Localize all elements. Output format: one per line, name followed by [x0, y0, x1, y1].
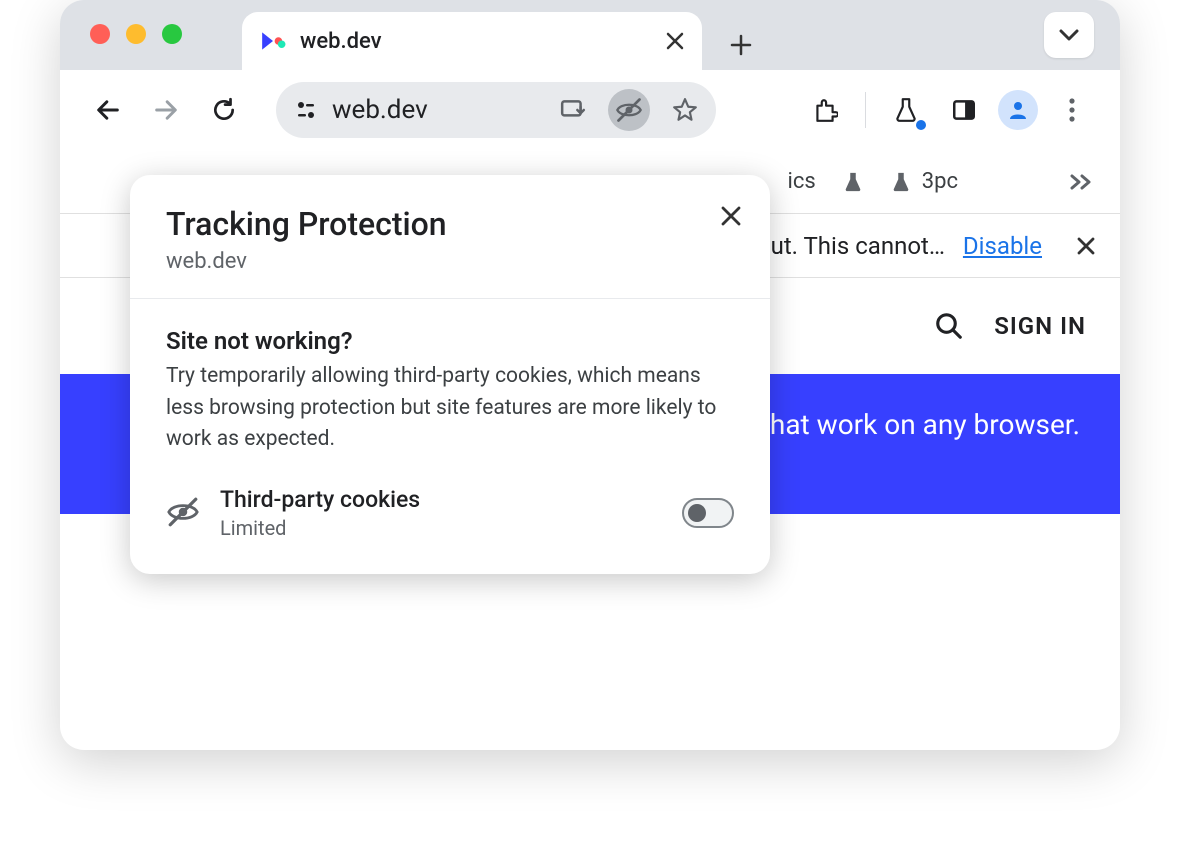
navigation-toolbar: web.dev: [60, 70, 1120, 150]
bookmark-item-partial[interactable]: ics: [788, 169, 816, 194]
tab-strip: web.dev: [60, 0, 1120, 70]
site-search-button[interactable]: [934, 311, 964, 341]
info-bar-disable-link[interactable]: Disable: [963, 232, 1042, 260]
popover-site: web.dev: [166, 249, 734, 274]
banner-text: that work on any browser.: [761, 408, 1080, 441]
forward-button[interactable]: [142, 86, 190, 134]
tab-close-button[interactable]: [666, 32, 684, 50]
tabs-dropdown-button[interactable]: [1044, 12, 1094, 58]
popover-title: Tracking Protection: [166, 205, 734, 243]
address-bar[interactable]: web.dev: [276, 82, 716, 138]
bookmarks-overflow-button[interactable]: [1070, 174, 1096, 190]
tab-favicon-icon: [260, 28, 286, 54]
tracking-protection-icon[interactable]: [608, 89, 650, 131]
third-party-cookies-label: Third-party cookies: [220, 486, 664, 513]
browser-window: web.dev web.dev: [60, 0, 1120, 750]
new-tab-button[interactable]: [716, 20, 766, 70]
third-party-cookies-row: Third-party cookies Limited: [166, 486, 734, 540]
profile-avatar-button[interactable]: [998, 90, 1038, 130]
bookmark-star-icon[interactable]: [664, 89, 706, 131]
info-bar-text: ut. This cannot…: [771, 232, 945, 260]
info-bar-close-button[interactable]: [1076, 236, 1096, 256]
back-button[interactable]: [84, 86, 132, 134]
close-window-button[interactable]: [90, 24, 110, 44]
minimize-window-button[interactable]: [126, 24, 146, 44]
window-controls: [90, 24, 182, 44]
bookmark-item-3pc[interactable]: 3pc: [890, 169, 958, 194]
eye-off-icon: [166, 495, 202, 531]
site-settings-icon[interactable]: [294, 98, 318, 122]
fullscreen-window-button[interactable]: [162, 24, 182, 44]
reload-button[interactable]: [200, 86, 248, 134]
toolbar-separator: [865, 92, 866, 128]
bookmark-item-flask-1[interactable]: [842, 171, 864, 193]
labs-button[interactable]: [882, 86, 930, 134]
url-text: web.dev: [332, 95, 538, 125]
third-party-cookies-status: Limited: [220, 516, 664, 540]
install-app-icon[interactable]: [552, 89, 594, 131]
tab-title: web.dev: [300, 29, 652, 54]
popover-description: Try temporarily allowing third-party coo…: [166, 361, 734, 456]
popover-question: Site not working?: [166, 327, 734, 355]
extensions-button[interactable]: [801, 86, 849, 134]
sign-in-button[interactable]: SIGN IN: [994, 312, 1086, 340]
side-panel-button[interactable]: [940, 86, 988, 134]
third-party-cookies-toggle[interactable]: [682, 498, 734, 528]
popover-close-button[interactable]: [720, 205, 742, 227]
chrome-menu-button[interactable]: [1048, 86, 1096, 134]
tracking-protection-popover: Tracking Protection web.dev Site not wor…: [130, 175, 770, 574]
browser-tab[interactable]: web.dev: [242, 12, 702, 70]
